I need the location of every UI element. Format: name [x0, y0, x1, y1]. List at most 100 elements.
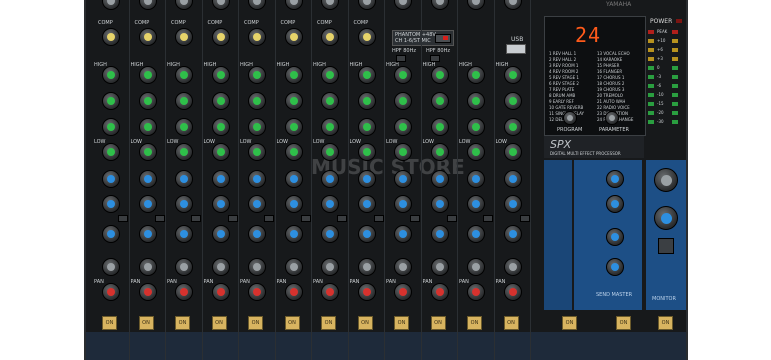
send-master-knob[interactable] — [606, 195, 624, 213]
aux2-knob[interactable] — [138, 195, 157, 213]
mid2-knob[interactable] — [321, 118, 339, 136]
mid-knob[interactable] — [357, 92, 376, 110]
gain-knob[interactable] — [394, 258, 412, 276]
mid2-knob[interactable] — [284, 118, 303, 136]
low-knob[interactable] — [503, 143, 522, 161]
mid-knob[interactable] — [102, 92, 120, 110]
fx-knob[interactable] — [357, 225, 376, 243]
mid2-knob[interactable] — [175, 118, 193, 136]
low-knob[interactable] — [102, 143, 120, 161]
aux1-knob[interactable] — [211, 170, 230, 188]
comp-knob[interactable] — [175, 28, 193, 46]
pre-switch[interactable] — [300, 215, 311, 222]
mid2-knob[interactable] — [357, 118, 376, 136]
parameter-knob[interactable] — [605, 111, 619, 125]
aux2-knob[interactable] — [357, 195, 376, 213]
pre-switch[interactable] — [373, 215, 384, 222]
phones-knob[interactable] — [654, 206, 678, 230]
aux1-knob[interactable] — [430, 170, 449, 188]
fx-knob[interactable] — [467, 225, 485, 243]
pre-switch[interactable] — [227, 215, 238, 222]
high-knob[interactable] — [321, 66, 339, 84]
fx-knob[interactable] — [211, 225, 230, 243]
aux2-knob[interactable] — [430, 195, 449, 213]
gain-knob[interactable] — [357, 258, 376, 276]
low-knob[interactable] — [321, 143, 339, 161]
gain-knob[interactable] — [175, 258, 193, 276]
mid2-knob[interactable] — [211, 118, 230, 136]
mid-knob[interactable] — [467, 92, 485, 110]
pre-switch[interactable] — [519, 215, 530, 222]
master-on-button[interactable]: ON — [616, 316, 631, 330]
aux1-knob[interactable] — [467, 170, 485, 188]
fx-knob[interactable] — [394, 225, 412, 243]
low-knob[interactable] — [175, 143, 193, 161]
channel-on-button[interactable]: ON — [394, 316, 409, 330]
gain-knob[interactable] — [503, 258, 522, 276]
aux1-knob[interactable] — [284, 170, 303, 188]
aux1-knob[interactable] — [321, 170, 339, 188]
channel-on-button[interactable]: ON — [211, 316, 227, 330]
comp-knob[interactable] — [321, 28, 339, 46]
pre-switch[interactable] — [446, 215, 457, 222]
fx-knob[interactable] — [321, 225, 339, 243]
fx-knob[interactable] — [248, 225, 266, 243]
fx-knob[interactable] — [175, 225, 193, 243]
fx-knob[interactable] — [138, 225, 157, 243]
aux2-knob[interactable] — [284, 195, 303, 213]
mid-knob[interactable] — [248, 92, 266, 110]
pre-switch[interactable] — [483, 215, 493, 222]
mid-knob[interactable] — [284, 92, 303, 110]
pan-knob[interactable] — [357, 283, 376, 301]
aux2-knob[interactable] — [503, 195, 522, 213]
channel-on-button[interactable]: ON — [357, 316, 373, 330]
low-knob[interactable] — [248, 143, 266, 161]
channel-on-button[interactable]: ON — [102, 316, 117, 330]
low-knob[interactable] — [284, 143, 303, 161]
gain-knob[interactable] — [248, 258, 266, 276]
pan-knob[interactable] — [248, 283, 266, 301]
pre-switch[interactable] — [264, 215, 274, 222]
pan-knob[interactable] — [467, 283, 485, 301]
channel-on-button[interactable]: ON — [467, 316, 482, 330]
gain-knob[interactable] — [284, 258, 303, 276]
mid-knob[interactable] — [175, 92, 193, 110]
master-on-button[interactable]: ON — [562, 316, 577, 330]
fx-knob[interactable] — [503, 225, 522, 243]
gain-knob[interactable] — [321, 258, 339, 276]
aux1-knob[interactable] — [503, 170, 522, 188]
pan-knob[interactable] — [321, 283, 339, 301]
aux1-knob[interactable] — [138, 170, 157, 188]
pre-switch[interactable] — [191, 215, 201, 222]
channel-on-button[interactable]: ON — [175, 316, 190, 330]
send-master-knob[interactable] — [606, 228, 624, 246]
gain-knob[interactable] — [467, 258, 485, 276]
pan-knob[interactable] — [394, 283, 412, 301]
mid2-knob[interactable] — [102, 118, 120, 136]
channel-on-button[interactable]: ON — [321, 316, 336, 330]
gain-knob[interactable] — [430, 258, 449, 276]
low-knob[interactable] — [430, 143, 449, 161]
send-master-knob[interactable] — [606, 258, 624, 276]
aux2-knob[interactable] — [394, 195, 412, 213]
high-knob[interactable] — [394, 66, 412, 84]
aux1-knob[interactable] — [102, 170, 120, 188]
pan-knob[interactable] — [284, 283, 303, 301]
mid2-knob[interactable] — [467, 118, 485, 136]
mid2-knob[interactable] — [430, 118, 449, 136]
aux2-knob[interactable] — [467, 195, 485, 213]
high-knob[interactable] — [211, 66, 230, 84]
channel-on-button[interactable]: ON — [430, 316, 446, 330]
high-knob[interactable] — [357, 66, 376, 84]
high-knob[interactable] — [248, 66, 266, 84]
monitor-level-knob[interactable] — [654, 168, 678, 192]
aux2-knob[interactable] — [211, 195, 230, 213]
aux1-knob[interactable] — [394, 170, 412, 188]
comp-knob[interactable] — [284, 28, 303, 46]
low-knob[interactable] — [394, 143, 412, 161]
comp-knob[interactable] — [211, 28, 230, 46]
mid-knob[interactable] — [211, 92, 230, 110]
comp-knob[interactable] — [138, 28, 157, 46]
send-master-knob[interactable] — [606, 170, 624, 188]
low-knob[interactable] — [138, 143, 157, 161]
